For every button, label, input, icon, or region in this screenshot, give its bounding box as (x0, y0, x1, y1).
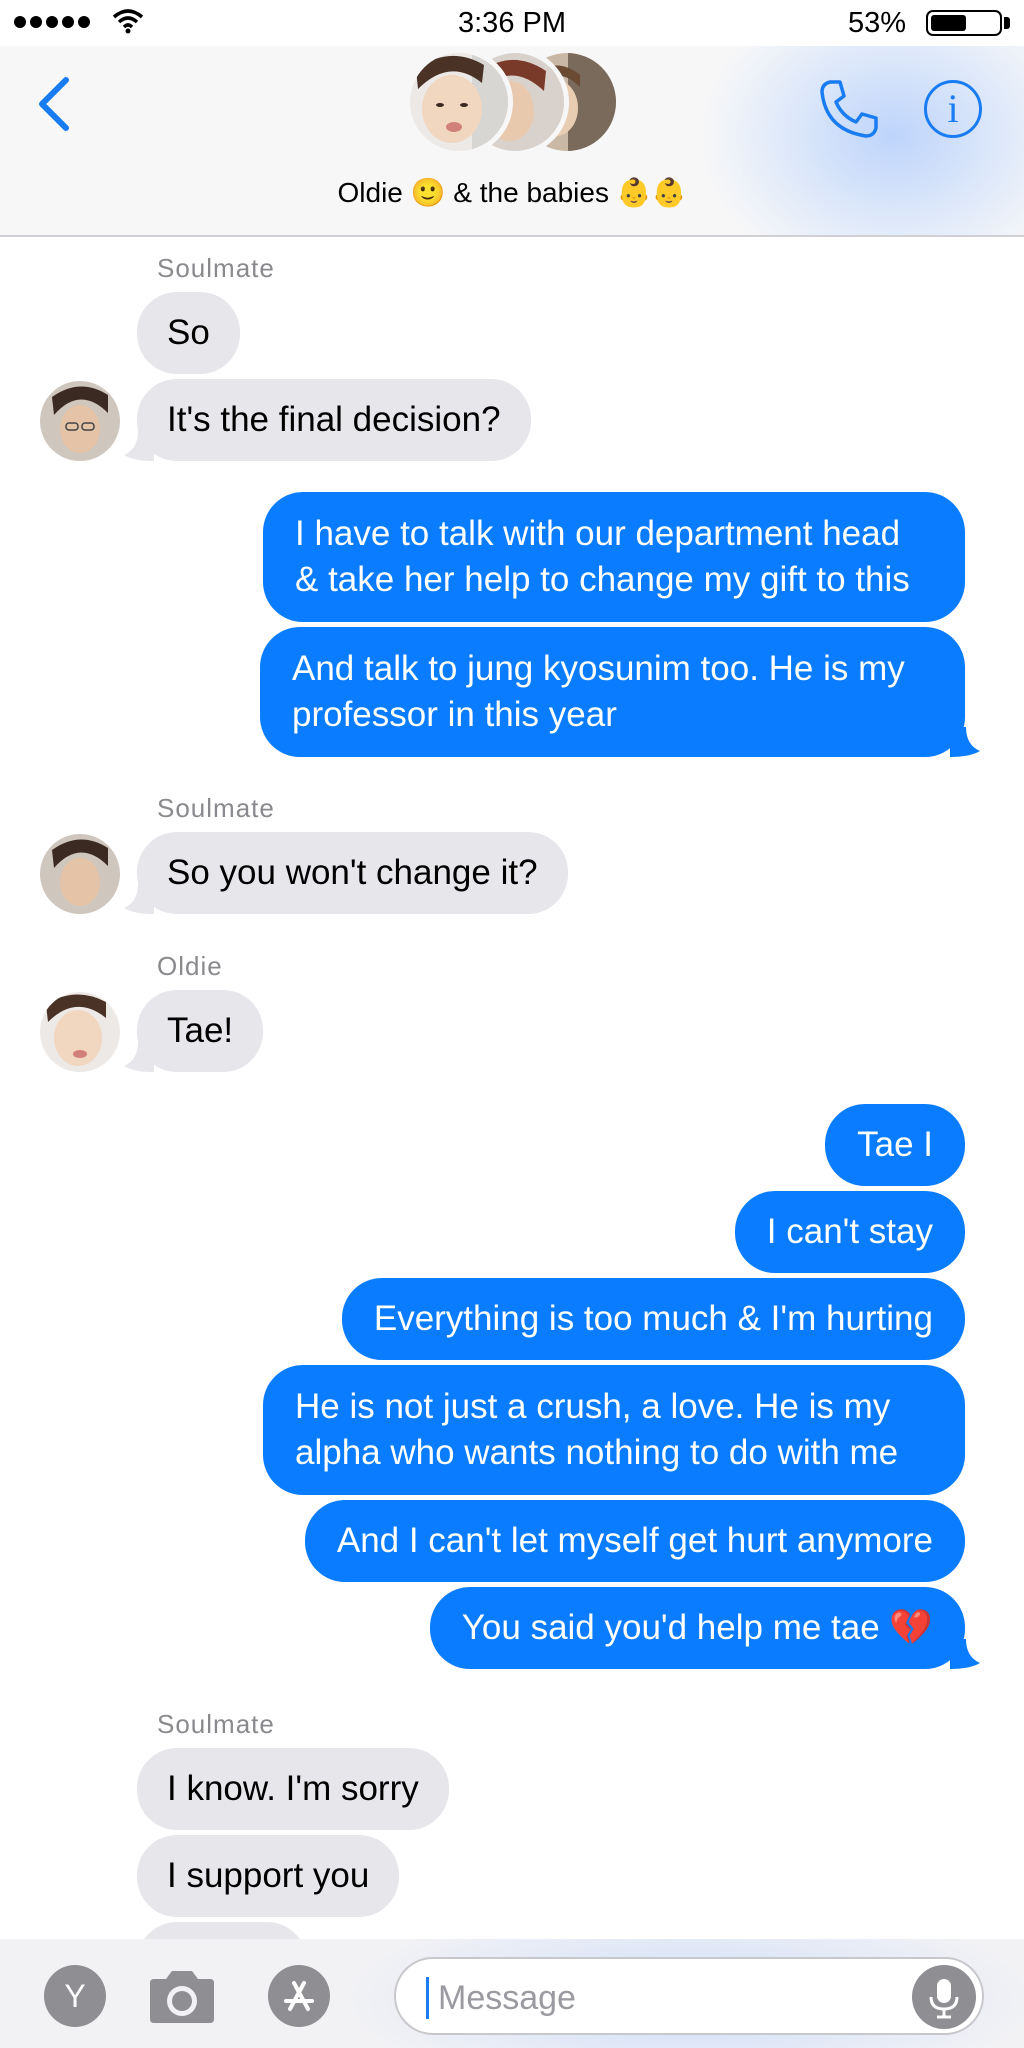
phone-call-button[interactable] (816, 76, 882, 142)
text-caret (426, 1977, 429, 2019)
status-bar: 3:36 PM 53% (0, 0, 1024, 46)
message-placeholder: Message (438, 1979, 576, 2017)
message-thread[interactable]: Soulmate So It's the final decision? I h… (0, 239, 1024, 1939)
outgoing-message[interactable]: I have to talk with our department head … (263, 492, 965, 622)
sender-name: Soulmate (157, 1709, 275, 1739)
bubble-tail (950, 1639, 980, 1669)
avatar-soulmate[interactable] (40, 381, 120, 461)
sender-name: Soulmate (157, 793, 275, 823)
outgoing-message[interactable]: You said you'd help me tae 💔 (429, 1587, 965, 1669)
outgoing-message[interactable]: And I can't let myself get hurt anymore (304, 1500, 965, 1582)
bubble-tail (124, 431, 154, 461)
sender-name: Soulmate (157, 253, 275, 283)
bubble-tail (124, 1042, 154, 1072)
input-bar: Y Message (0, 1939, 1024, 2048)
message-input[interactable]: Message (394, 1957, 984, 2035)
avatar-soulmate[interactable] (40, 834, 120, 914)
app-store-icon[interactable] (268, 1965, 330, 2027)
y-app-icon[interactable]: Y (44, 1965, 106, 2027)
microphone-icon[interactable] (912, 1965, 976, 2029)
battery-level (931, 15, 966, 31)
back-button[interactable] (30, 74, 80, 134)
battery-nub (1004, 17, 1010, 29)
avatar-oldie[interactable] (40, 992, 120, 1072)
group-avatar-1 (405, 48, 513, 156)
camera-icon[interactable] (146, 1969, 218, 2025)
bubble-tail (950, 727, 980, 757)
bubble-tail (124, 884, 154, 914)
outgoing-message[interactable]: And talk to jung kyosunim too. He is my … (260, 627, 965, 757)
sender-name: Oldie (157, 951, 223, 981)
incoming-message[interactable]: I know. I'm sorry (137, 1748, 449, 1830)
incoming-message-partial[interactable] (137, 1922, 307, 1939)
group-name[interactable]: Oldie 🙂 & the babies 👶👶 (0, 176, 1024, 209)
incoming-message[interactable]: So you won't change it? (137, 832, 568, 914)
group-avatars[interactable] (405, 48, 625, 162)
incoming-message[interactable]: I support you (137, 1835, 400, 1917)
battery-icon (926, 10, 1002, 36)
outgoing-message[interactable]: Everything is too much & I'm hurting (341, 1278, 965, 1360)
incoming-message[interactable]: Tae! (137, 990, 264, 1072)
outgoing-message[interactable]: Tae I (825, 1104, 965, 1186)
incoming-message[interactable]: So (137, 292, 240, 374)
battery-percent: 53% (847, 7, 906, 39)
incoming-message[interactable]: It's the final decision? (137, 379, 531, 461)
info-button[interactable]: i (924, 80, 982, 138)
outgoing-message[interactable]: He is not just a crush, a love. He is my… (263, 1365, 965, 1495)
outgoing-message[interactable]: I can't stay (734, 1191, 965, 1273)
conversation-header: Oldie 🙂 & the babies 👶👶 i (0, 46, 1024, 237)
